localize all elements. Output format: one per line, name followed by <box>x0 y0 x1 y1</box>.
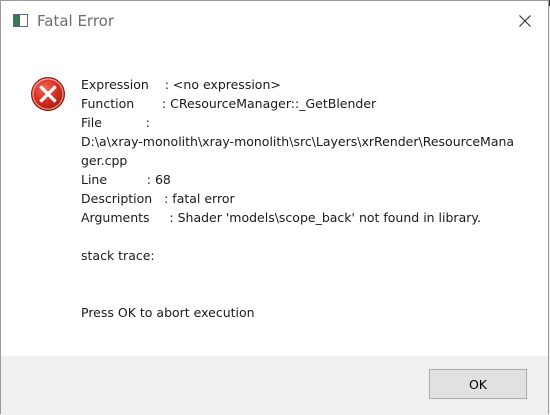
app-icon-bar <box>14 15 20 26</box>
close-button[interactable] <box>502 1 548 43</box>
file-path: D:\a\xray-monolith\xray-monolith\src\Lay… <box>81 134 515 168</box>
fatal-error-dialog: Fatal Error Expression : <no expression>… <box>0 0 549 414</box>
window-app-icon <box>13 14 28 27</box>
function-line: Function : CResourceManager::_GetBlender <box>81 96 377 111</box>
button-bar: OK <box>1 356 548 414</box>
window-title: Fatal Error <box>37 12 115 30</box>
arguments-line: Arguments : Shader 'models\scope_back' n… <box>81 210 481 225</box>
error-message: Expression : <no expression> Function : … <box>81 75 521 322</box>
close-icon <box>519 15 531 27</box>
file-label: File : <box>81 115 150 130</box>
ok-button[interactable]: OK <box>429 369 527 399</box>
message-area: Expression : <no expression> Function : … <box>1 43 548 356</box>
expression-line: Expression : <no expression> <box>81 77 281 92</box>
abort-prompt: Press OK to abort execution <box>81 305 255 320</box>
line-number: Line : 68 <box>81 172 171 187</box>
error-icon <box>31 77 65 111</box>
title-bar[interactable]: Fatal Error <box>1 1 548 43</box>
description-line: Description : fatal error <box>81 191 235 206</box>
stack-trace-label: stack trace: <box>81 248 155 263</box>
